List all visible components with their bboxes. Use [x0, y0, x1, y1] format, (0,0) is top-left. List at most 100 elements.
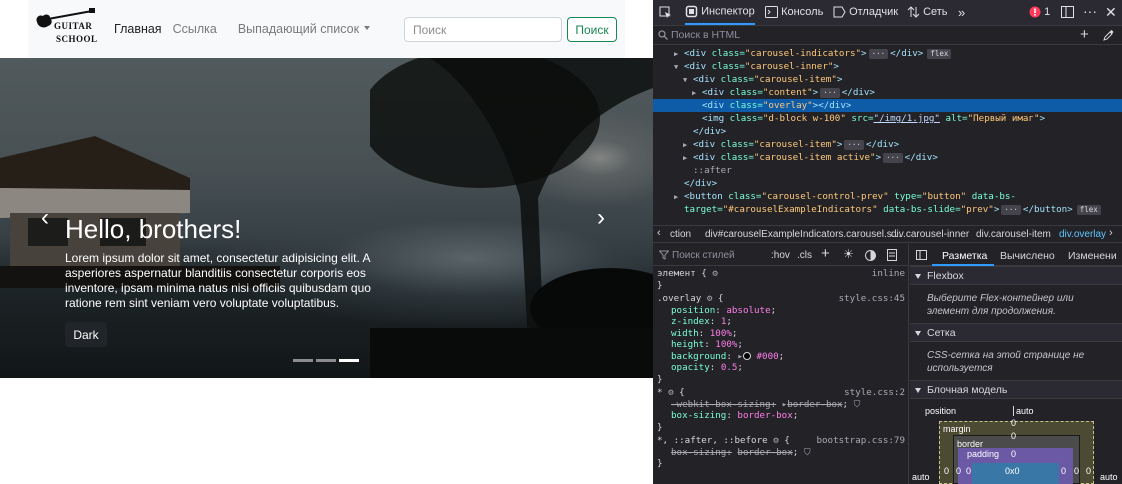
- prop-box-sizing-struck[interactable]: box-sizing: border-box; ⛉: [671, 447, 811, 459]
- carousel-prev-icon[interactable]: ‹: [41, 206, 49, 230]
- html-tree-node[interactable]: ::after: [653, 164, 1122, 177]
- gear-icon[interactable]: ⚙: [712, 268, 718, 279]
- gear-icon[interactable]: ⚙: [773, 435, 779, 446]
- attr-value[interactable]: "d-block w-100": [763, 113, 846, 124]
- margin-right-value[interactable]: 0: [1086, 466, 1091, 476]
- attr-link[interactable]: "/img/1.jpg": [874, 113, 940, 124]
- html-tree-node[interactable]: ▶ <div class="content"> ··· </div>: [653, 86, 1122, 99]
- rule-bootstrap-source[interactable]: bootstrap.css:79: [816, 435, 905, 447]
- menu-dots-icon[interactable]: ···: [1083, 3, 1097, 19]
- position-value[interactable]: auto: [1013, 406, 1034, 416]
- tab-network[interactable]: Сеть: [907, 6, 948, 18]
- rule-universal-source[interactable]: style.css:2: [844, 387, 905, 399]
- html-tree-node[interactable]: </div>: [653, 177, 1122, 190]
- error-indicator[interactable]: 1: [1029, 6, 1050, 18]
- carousel-next-icon[interactable]: ›: [597, 206, 605, 230]
- nav-dropdown-toggle[interactable]: Выпадающий список: [238, 22, 371, 36]
- breadcrumb-item-4[interactable]: div.carousel-item: [976, 229, 1051, 240]
- tab-computed[interactable]: Вычислено: [1000, 250, 1055, 262]
- prop-width[interactable]: width: 100%;: [671, 328, 737, 340]
- print-media-icon[interactable]: [887, 249, 897, 261]
- attr-value[interactable]: "carousel-item active": [754, 152, 876, 163]
- prop-box-sizing[interactable]: box-sizing: border-box;: [671, 410, 798, 422]
- attr-value[interactable]: "carousel-item": [754, 139, 837, 150]
- padding-top-value[interactable]: 0: [1011, 449, 1016, 459]
- border-right-value[interactable]: 0: [1074, 466, 1079, 476]
- html-tree-node[interactable]: </div>: [653, 125, 1122, 138]
- attr-value[interactable]: "carousel-inner": [745, 61, 834, 72]
- attr-value[interactable]: "button": [922, 191, 966, 202]
- pseudo-element[interactable]: ::after: [693, 165, 732, 176]
- sidebar-toggle-icon[interactable]: [916, 250, 927, 260]
- add-rule-icon[interactable]: +: [821, 245, 830, 262]
- add-node-icon[interactable]: +: [1080, 26, 1089, 43]
- content-size[interactable]: 0x0: [1005, 466, 1020, 476]
- element-picker-icon[interactable]: [659, 6, 672, 19]
- collapsed-content-icon[interactable]: ···: [883, 152, 903, 163]
- breadcrumb-item-1[interactable]: ction: [670, 229, 691, 240]
- html-tree-node[interactable]: <img class="d-block w-100" src="/img/1.j…: [653, 112, 1122, 125]
- rule-overlay-source[interactable]: style.css:45: [839, 293, 905, 305]
- margin-top-value[interactable]: 0: [1011, 418, 1016, 428]
- more-tabs-icon[interactable]: »: [958, 5, 965, 20]
- eyedropper-icon[interactable]: [1103, 30, 1114, 41]
- left-auto-value[interactable]: auto: [912, 472, 930, 482]
- flex-badge[interactable]: flex: [927, 48, 952, 59]
- cls-toggle[interactable]: .cls: [797, 250, 812, 261]
- collapsed-content-icon[interactable]: ···: [1001, 204, 1021, 215]
- logo[interactable]: GUITAR SCHOOL: [34, 8, 100, 48]
- attr-value[interactable]: "carousel-control-prev": [761, 191, 888, 202]
- attr-value[interactable]: "content": [763, 87, 813, 98]
- tab-inspector[interactable]: Инспектор: [685, 5, 755, 25]
- carousel-indicator-2[interactable]: [316, 359, 336, 362]
- filter-icon[interactable]: ⛉: [804, 447, 811, 458]
- box-model-section-header[interactable]: Блочная модель: [910, 380, 1122, 399]
- breadcrumb-item-5[interactable]: div.overlay: [1059, 229, 1106, 240]
- padding-right-value[interactable]: 0: [1061, 466, 1066, 476]
- right-auto-value[interactable]: auto: [1100, 472, 1118, 482]
- rule-element-source[interactable]: inline: [872, 268, 905, 280]
- attr-value[interactable]: "carousel-indicators": [745, 48, 861, 59]
- prop-z-index[interactable]: z-index: 1;: [671, 316, 732, 328]
- nav-home-link[interactable]: Главная: [114, 22, 162, 36]
- breadcrumb-item-3[interactable]: div.carousel-inner: [891, 229, 969, 240]
- html-tree-node[interactable]: ▶ <button class="carousel-control-prev" t…: [653, 190, 1122, 203]
- collapsed-content-icon[interactable]: ···: [820, 87, 840, 98]
- dark-theme-icon[interactable]: [865, 250, 876, 261]
- html-search-input[interactable]: Поиск в HTML: [671, 29, 740, 41]
- grid-section-header[interactable]: Сетка: [910, 323, 1122, 342]
- html-tree-node[interactable]: target="#carouselExampleIndicators" data…: [653, 203, 1122, 216]
- html-tree-node[interactable]: ▼ <div class="carousel-item">: [653, 73, 1122, 86]
- filter-icon[interactable]: ⛉: [854, 399, 861, 410]
- prop-webkit-box-sizing[interactable]: -webkit-box-sizing: ▸border-box; ⛉: [671, 399, 861, 411]
- html-tree-node[interactable]: ▼ <div class="carousel-inner">: [653, 60, 1122, 73]
- html-tree-node[interactable]: ▶ <div class="carousel-item active"> ··· </…: [653, 151, 1122, 164]
- close-icon[interactable]: ✕: [1105, 4, 1117, 21]
- margin-left-value[interactable]: 0: [944, 466, 949, 476]
- dark-button[interactable]: Dark: [65, 322, 107, 347]
- tab-changes[interactable]: Изменени: [1068, 250, 1117, 262]
- search-input[interactable]: [404, 17, 562, 42]
- tab-layout[interactable]: Разметка: [942, 250, 987, 262]
- prop-position[interactable]: position: absolute;: [671, 305, 776, 317]
- gear-icon[interactable]: ⚙: [668, 387, 674, 398]
- attr-value[interactable]: "carousel-item": [754, 74, 837, 85]
- breadcrumb-left-icon[interactable]: ‹: [657, 227, 661, 239]
- color-swatch-icon[interactable]: [742, 352, 751, 360]
- border-left-value[interactable]: 0: [956, 466, 961, 476]
- light-theme-icon[interactable]: ☀: [843, 247, 854, 261]
- collapsed-content-icon[interactable]: ···: [844, 139, 864, 150]
- attr-value[interactable]: "prev": [961, 204, 994, 215]
- attr-value[interactable]: "#carouselExampleIndicators": [723, 204, 878, 215]
- filter-styles-input[interactable]: Поиск стилей: [672, 250, 735, 261]
- html-tree-node[interactable]: ▶ <div class="carousel-item"> ··· </div>: [653, 138, 1122, 151]
- html-tree-node[interactable]: <div class="overlay"></div>: [653, 99, 1122, 112]
- prop-height[interactable]: height: 100%;: [671, 339, 743, 351]
- padding-left-value[interactable]: 0: [966, 466, 971, 476]
- gear-icon[interactable]: ⚙: [707, 293, 713, 304]
- carousel-indicator-1[interactable]: [293, 359, 313, 362]
- prop-opacity[interactable]: opacity: 0.5;: [671, 362, 743, 374]
- attr-value[interactable]: "Первый имаг": [968, 113, 1040, 124]
- hov-toggle[interactable]: :hov: [771, 250, 790, 261]
- tab-console[interactable]: Консоль: [765, 6, 823, 19]
